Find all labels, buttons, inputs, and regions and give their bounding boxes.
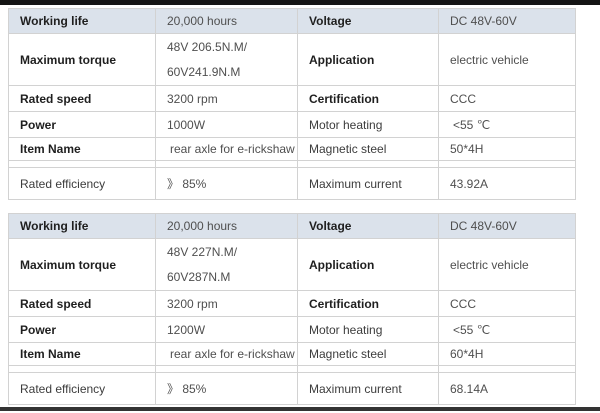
table-row: Maximum torque 48V 206.5N.M/ 60V241.9N.M… bbox=[9, 34, 576, 86]
working-life-label: Working life bbox=[9, 214, 156, 239]
rated-efficiency-label: Rated efficiency bbox=[9, 373, 156, 405]
voltage-value: DC 48V-60V bbox=[439, 214, 576, 239]
working-life-label: Working life bbox=[9, 9, 156, 34]
application-label: Application bbox=[298, 34, 439, 86]
voltage-value: DC 48V-60V bbox=[439, 9, 576, 34]
table-row: Power 1000W Motor heating <55 ℃ bbox=[9, 112, 576, 138]
rated-efficiency-value: 》 85% bbox=[156, 373, 298, 405]
spec-table-1: Working life 20,000 hours Voltage DC 48V… bbox=[8, 8, 576, 200]
maximum-torque-label: Maximum torque bbox=[9, 239, 156, 291]
motor-heating-label: Motor heating bbox=[298, 112, 439, 138]
rated-efficiency-label: Rated efficiency bbox=[9, 168, 156, 200]
table-row: Working life 20,000 hours Voltage DC 48V… bbox=[9, 214, 576, 239]
top-divider-bar bbox=[0, 0, 600, 5]
table-row: Power 1200W Motor heating <55 ℃ bbox=[9, 317, 576, 343]
maximum-current-label: Maximum current bbox=[298, 373, 439, 405]
motor-heating-value: <55 ℃ bbox=[439, 112, 576, 138]
bottom-divider-bar bbox=[0, 407, 600, 411]
certification-value: CCC bbox=[439, 86, 576, 112]
spacer-row bbox=[9, 161, 576, 168]
spacer-cell bbox=[156, 366, 298, 373]
item-name-label: Item Name bbox=[9, 343, 156, 366]
maximum-torque-value: 48V 227N.M/ 60V287N.M bbox=[156, 239, 298, 291]
table-row: Working life 20,000 hours Voltage DC 48V… bbox=[9, 9, 576, 34]
spacer-cell bbox=[439, 366, 576, 373]
rated-speed-value: 3200 rpm bbox=[156, 86, 298, 112]
item-name-value: rear axle for e-rickshaw bbox=[156, 343, 298, 366]
certification-label: Certification bbox=[298, 291, 439, 317]
power-value: 1000W bbox=[156, 112, 298, 138]
rated-efficiency-value: 》 85% bbox=[156, 168, 298, 200]
rated-speed-label: Rated speed bbox=[9, 86, 156, 112]
table-row: Rated efficiency 》 85% Maximum current 4… bbox=[9, 168, 576, 200]
maximum-current-value: 68.14A bbox=[439, 373, 576, 405]
working-life-value: 20,000 hours bbox=[156, 9, 298, 34]
torque-line-1: 48V 206.5N.M/ bbox=[167, 35, 293, 60]
motor-heating-value: <55 ℃ bbox=[439, 317, 576, 343]
rated-speed-value: 3200 rpm bbox=[156, 291, 298, 317]
spacer-cell bbox=[156, 161, 298, 168]
voltage-label: Voltage bbox=[298, 9, 439, 34]
torque-line-2: 60V287N.M bbox=[167, 265, 293, 290]
motor-heating-label: Motor heating bbox=[298, 317, 439, 343]
power-label: Power bbox=[9, 317, 156, 343]
torque-line-1: 48V 227N.M/ bbox=[167, 240, 293, 265]
certification-value: CCC bbox=[439, 291, 576, 317]
table-row: Rated speed 3200 rpm Certification CCC bbox=[9, 86, 576, 112]
rated-speed-label: Rated speed bbox=[9, 291, 156, 317]
maximum-current-value: 43.92A bbox=[439, 168, 576, 200]
table-row: Maximum torque 48V 227N.M/ 60V287N.M App… bbox=[9, 239, 576, 291]
spacer-cell bbox=[9, 366, 156, 373]
spacer-cell bbox=[439, 161, 576, 168]
item-name-value: rear axle for e-rickshaw bbox=[156, 138, 298, 161]
spacer-cell bbox=[298, 161, 439, 168]
certification-label: Certification bbox=[298, 86, 439, 112]
power-value: 1200W bbox=[156, 317, 298, 343]
table-row: Item Name rear axle for e-rickshaw Magne… bbox=[9, 138, 576, 161]
spacer-row bbox=[9, 366, 576, 373]
table-row: Rated efficiency 》 85% Maximum current 6… bbox=[9, 373, 576, 405]
magnetic-steel-value: 50*4H bbox=[439, 138, 576, 161]
application-value: electric vehicle bbox=[439, 34, 576, 86]
spacer-cell bbox=[9, 161, 156, 168]
magnetic-steel-value: 60*4H bbox=[439, 343, 576, 366]
application-value: electric vehicle bbox=[439, 239, 576, 291]
power-label: Power bbox=[9, 112, 156, 138]
maximum-torque-value: 48V 206.5N.M/ 60V241.9N.M bbox=[156, 34, 298, 86]
voltage-label: Voltage bbox=[298, 214, 439, 239]
table-row: Item Name rear axle for e-rickshaw Magne… bbox=[9, 343, 576, 366]
torque-line-2: 60V241.9N.M bbox=[167, 60, 293, 85]
spec-table-2: Working life 20,000 hours Voltage DC 48V… bbox=[8, 213, 576, 405]
item-name-label: Item Name bbox=[9, 138, 156, 161]
application-label: Application bbox=[298, 239, 439, 291]
magnetic-steel-label: Magnetic steel bbox=[298, 343, 439, 366]
maximum-current-label: Maximum current bbox=[298, 168, 439, 200]
spacer-cell bbox=[298, 366, 439, 373]
magnetic-steel-label: Magnetic steel bbox=[298, 138, 439, 161]
working-life-value: 20,000 hours bbox=[156, 214, 298, 239]
table-row: Rated speed 3200 rpm Certification CCC bbox=[9, 291, 576, 317]
maximum-torque-label: Maximum torque bbox=[9, 34, 156, 86]
